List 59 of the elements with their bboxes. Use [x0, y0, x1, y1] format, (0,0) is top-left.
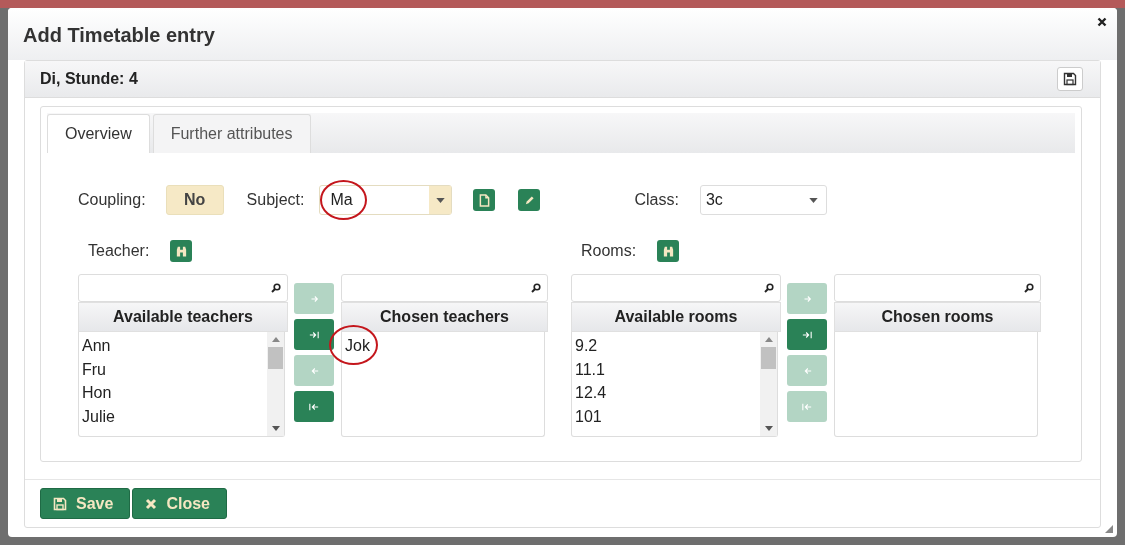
- document-icon[interactable]: [473, 189, 496, 211]
- class-label: Class:: [634, 191, 679, 209]
- move-all-button[interactable]: [787, 319, 827, 350]
- resize-grip-icon[interactable]: [1105, 525, 1113, 533]
- search-field[interactable]: [834, 274, 1041, 302]
- list-item[interactable]: 12.4: [572, 381, 607, 406]
- scroll-up-icon[interactable]: [764, 337, 773, 342]
- subject-select[interactable]: Ma: [319, 185, 453, 215]
- pencil-icon[interactable]: [518, 189, 541, 211]
- search-icon[interactable]: [531, 283, 541, 293]
- list-item[interactable]: Fru: [79, 357, 106, 382]
- scrollbar[interactable]: [267, 332, 284, 436]
- search-icon[interactable]: [271, 283, 281, 293]
- close-icon[interactable]: [1097, 17, 1107, 27]
- close-icon: [145, 497, 158, 510]
- list-heading: Available teachers: [78, 302, 288, 332]
- list-item[interactable]: Hon: [79, 381, 112, 406]
- dialog-title: Add Timetable entry: [23, 23, 215, 47]
- scroll-up-icon[interactable]: [271, 337, 280, 342]
- class-select[interactable]: 3c: [699, 185, 827, 215]
- scroll-down-icon[interactable]: [764, 426, 773, 431]
- picker-label: Teacher:: [88, 242, 150, 260]
- save-button[interactable]: Save: [40, 488, 131, 519]
- caret-icon[interactable]: [808, 197, 818, 203]
- tab[interactable]: Further attributes: [152, 114, 311, 153]
- list-item[interactable]: Jok: [342, 334, 370, 358]
- coupling-toggle[interactable]: No: [165, 185, 224, 215]
- search-icon[interactable]: [764, 283, 774, 293]
- list-heading: Available rooms: [571, 302, 781, 332]
- coupling-label: Coupling:: [78, 191, 146, 209]
- list-heading: Chosen rooms: [834, 302, 1041, 332]
- list-item[interactable]: Julie: [79, 405, 115, 429]
- arrow-icon[interactable]: [802, 329, 812, 340]
- move-all-button[interactable]: [294, 319, 334, 350]
- list-item[interactable]: 9.2: [572, 334, 598, 358]
- search-field[interactable]: [341, 274, 548, 302]
- binoculars-icon[interactable]: [170, 240, 193, 262]
- tab[interactable]: Overview: [47, 114, 150, 153]
- scroll-thumb[interactable]: [268, 347, 283, 369]
- search-field[interactable]: [571, 274, 781, 302]
- list-item[interactable]: Ann: [79, 334, 111, 358]
- close-button[interactable]: Close: [132, 488, 227, 519]
- caret-icon[interactable]: [435, 197, 445, 203]
- arrow-icon[interactable]: [309, 401, 319, 412]
- list-item[interactable]: 101: [572, 405, 602, 429]
- search-icon[interactable]: [1024, 283, 1034, 293]
- panel-title: Di, Stunde: 4: [40, 70, 138, 88]
- subject-label: Subject:: [246, 191, 305, 209]
- arrow-icon[interactable]: [309, 329, 319, 340]
- scroll-thumb[interactable]: [761, 347, 776, 369]
- remove-all-button[interactable]: [294, 391, 334, 422]
- list-item[interactable]: 11.1: [572, 357, 605, 382]
- picker-label: Rooms:: [581, 242, 637, 260]
- scrollbar[interactable]: [760, 332, 777, 436]
- list-heading: Chosen teachers: [341, 302, 548, 332]
- save-icon[interactable]: [1057, 67, 1083, 91]
- scroll-down-icon[interactable]: [271, 426, 280, 431]
- search-field[interactable]: [78, 274, 288, 302]
- binoculars-icon[interactable]: [657, 240, 680, 262]
